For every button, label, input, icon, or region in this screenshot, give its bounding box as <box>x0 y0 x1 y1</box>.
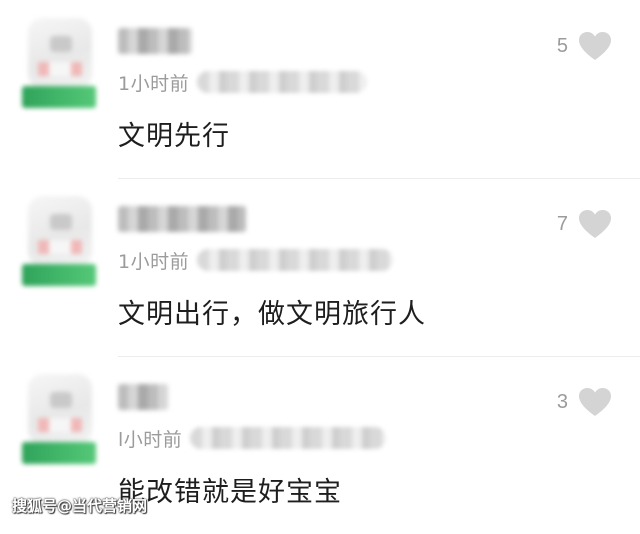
like-button[interactable]: 3 <box>557 384 612 420</box>
avatar[interactable] <box>20 18 102 114</box>
username-blurred[interactable] <box>118 384 168 410</box>
like-button[interactable]: 5 <box>557 28 612 64</box>
level-badge <box>22 86 96 108</box>
meta-row: l小时前 <box>118 424 387 452</box>
location-blurred <box>197 249 394 271</box>
like-count: 7 <box>556 212 568 235</box>
avatar[interactable] <box>20 196 102 292</box>
comment-text: 文明先行 <box>118 121 230 152</box>
comment-item: 1小时前 文明先行 5 <box>0 0 640 178</box>
meta-row: 1小时前 <box>118 246 394 274</box>
watermark: 搜狐号@当代营销网 <box>12 497 148 515</box>
level-badge <box>22 442 96 464</box>
like-button[interactable]: 7 <box>557 206 612 242</box>
like-count: 5 <box>556 34 568 57</box>
avatar[interactable] <box>20 374 102 470</box>
location-blurred <box>190 427 387 449</box>
heart-icon[interactable] <box>578 387 612 417</box>
divider <box>118 356 640 357</box>
comment-text: 能改错就是好宝宝 <box>118 477 342 508</box>
like-count: 3 <box>556 390 568 413</box>
timestamp: 1小时前 <box>118 72 190 95</box>
username-blurred[interactable] <box>118 206 246 232</box>
meta-row: 1小时前 <box>118 68 368 96</box>
comment-text: 文明出行，做文明旅行人 <box>118 299 426 330</box>
location-blurred <box>197 71 368 93</box>
timestamp: 1小时前 <box>118 250 190 273</box>
timestamp: l小时前 <box>118 428 183 451</box>
username-blurred[interactable] <box>118 28 192 54</box>
heart-icon[interactable] <box>578 209 612 239</box>
heart-icon[interactable] <box>578 31 612 61</box>
divider <box>118 178 640 179</box>
level-badge <box>22 264 96 286</box>
comment-item: 1小时前 文明出行，做文明旅行人 7 <box>0 178 640 356</box>
